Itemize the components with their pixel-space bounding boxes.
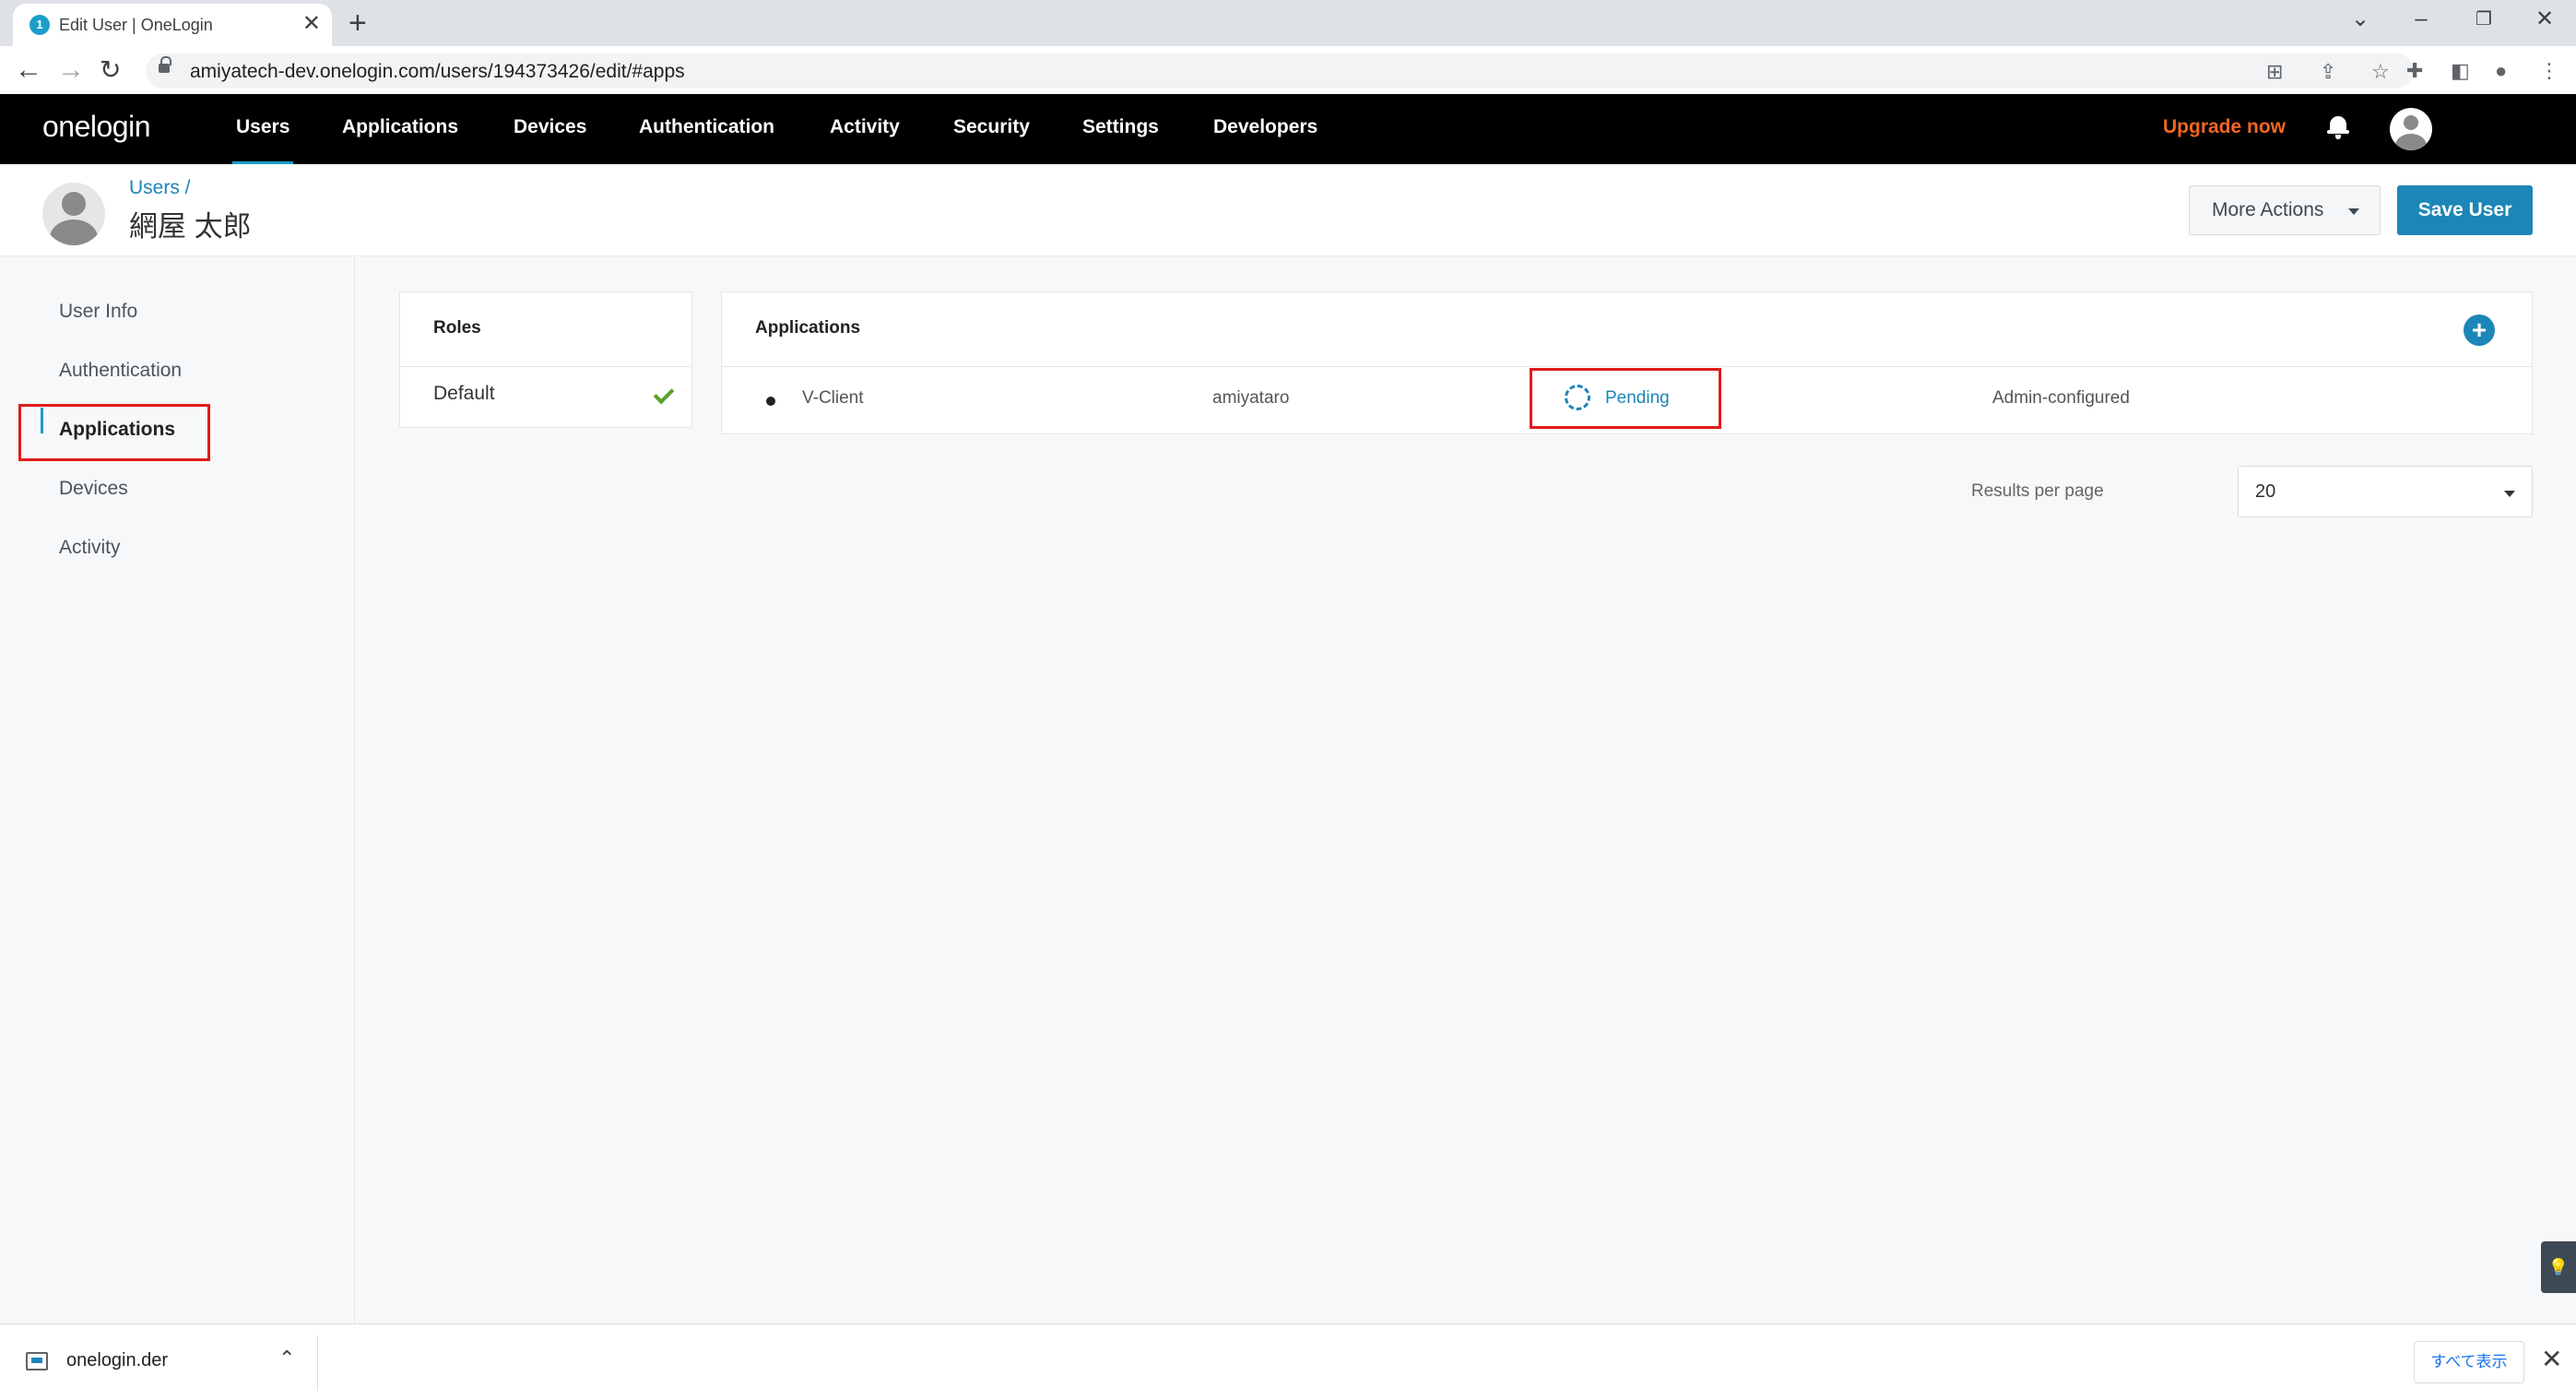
- notification-bell-icon[interactable]: [2327, 114, 2349, 140]
- more-actions-label: More Actions: [2212, 199, 2324, 220]
- address-bar: ← → ↻ amiyatech-dev.onelogin.com/users/1…: [0, 46, 2576, 94]
- url-text[interactable]: amiyatech-dev.onelogin.com/users/1943734…: [190, 61, 685, 83]
- sidebar-item-user-info[interactable]: User Info: [59, 301, 137, 323]
- nav-users[interactable]: Users: [231, 116, 294, 165]
- back-icon[interactable]: ←: [15, 55, 42, 85]
- results-per-page-select[interactable]: 20: [2238, 466, 2533, 517]
- browser-tab[interactable]: 1 Edit User | OneLogin ✕: [13, 4, 332, 46]
- download-file-name[interactable]: onelogin.der: [66, 1350, 168, 1371]
- upgrade-now-link[interactable]: Upgrade now: [2163, 116, 2286, 138]
- nav-security[interactable]: Security: [953, 116, 1030, 138]
- caret-down-icon: [2348, 208, 2359, 215]
- download-bar-close-icon[interactable]: ✕: [2541, 1343, 2562, 1376]
- applications-title: Applications: [755, 318, 861, 338]
- window-close-icon[interactable]: ✕: [2526, 6, 2563, 33]
- browser-tab-bar: 1 Edit User | OneLogin ✕ + ⌄ – ❐ ✕: [0, 0, 2576, 46]
- sidebar-item-devices[interactable]: Devices: [59, 478, 128, 500]
- omnibox[interactable]: amiyatech-dev.onelogin.com/users/1943734…: [146, 53, 2414, 89]
- more-actions-button[interactable]: More Actions: [2189, 185, 2381, 235]
- role-default[interactable]: Default: [433, 383, 495, 405]
- applications-divider: [722, 366, 2532, 367]
- minimize-icon[interactable]: –: [2403, 6, 2440, 33]
- restore-icon[interactable]: ❐: [2465, 6, 2502, 33]
- page-title: 網屋 太郎: [129, 210, 252, 243]
- download-divider: [317, 1335, 318, 1391]
- app-name[interactable]: V-Client: [802, 388, 864, 409]
- account-avatar-icon[interactable]: [2390, 108, 2432, 150]
- roles-divider: [400, 366, 691, 367]
- onelogin-logo[interactable]: onelogin: [42, 110, 151, 144]
- app-type: Admin-configured: [1992, 388, 2130, 408]
- download-bar: onelogin.der ⌃ すべて表示 ✕: [0, 1323, 2576, 1400]
- nav-developers[interactable]: Developers: [1213, 116, 1318, 138]
- reload-icon[interactable]: ↻: [100, 55, 121, 85]
- onelogin-favicon-icon: 1: [30, 15, 50, 35]
- tab-title: Edit User | OneLogin: [59, 16, 213, 34]
- share-icon[interactable]: ⇪: [2320, 60, 2336, 84]
- forward-icon[interactable]: →: [57, 55, 85, 85]
- checkmark-icon: [653, 383, 675, 405]
- app-login: amiyataro: [1212, 388, 1290, 408]
- app-bullet-icon: [766, 397, 775, 406]
- roles-title: Roles: [433, 318, 481, 338]
- show-all-button[interactable]: すべて表示: [2414, 1341, 2524, 1383]
- results-per-page-value: 20: [2255, 481, 2276, 502]
- results-per-page-label: Results per page: [1971, 481, 2104, 501]
- add-application-plus-icon[interactable]: +: [2464, 314, 2495, 346]
- translate-icon[interactable]: ⊞: [2266, 60, 2283, 84]
- breadcrumb-users[interactable]: Users /: [129, 177, 191, 199]
- chevron-up-icon[interactable]: ⌃: [278, 1347, 295, 1370]
- nav-activity[interactable]: Activity: [830, 116, 900, 138]
- bookmark-star-icon[interactable]: ☆: [2371, 60, 2390, 84]
- extensions-icon[interactable]: ✚: [2406, 59, 2423, 83]
- tab-search-icon[interactable]: ⌄: [2342, 6, 2379, 33]
- save-user-button[interactable]: Save User: [2397, 185, 2533, 235]
- user-avatar-icon: [42, 183, 105, 245]
- sidebar-item-authentication[interactable]: Authentication: [59, 360, 182, 382]
- roles-card: Roles Default: [399, 291, 692, 428]
- side-panel-icon[interactable]: ◧: [2451, 59, 2470, 83]
- top-nav: onelogin Users Applications Devices Auth…: [0, 94, 2576, 165]
- highlight-box-applications: [18, 404, 210, 461]
- lightbulb-icon[interactable]: 💡: [2541, 1241, 2576, 1293]
- certificate-file-icon: [26, 1352, 48, 1370]
- nav-devices[interactable]: Devices: [514, 116, 586, 138]
- browser-menu-icon[interactable]: ⋮: [2539, 59, 2559, 83]
- tab-close-icon[interactable]: ✕: [302, 11, 321, 37]
- highlight-box-pending: [1530, 368, 1721, 429]
- sidebar-item-activity[interactable]: Activity: [59, 537, 121, 559]
- new-tab-icon[interactable]: +: [349, 5, 367, 42]
- caret-down-icon: [2504, 491, 2515, 497]
- page-header: Users / 網屋 太郎 More Actions Save User: [0, 164, 2576, 256]
- nav-authentication[interactable]: Authentication: [639, 116, 774, 138]
- nav-settings[interactable]: Settings: [1082, 116, 1159, 138]
- lock-icon: [159, 56, 171, 75]
- nav-applications[interactable]: Applications: [342, 116, 458, 138]
- profile-icon[interactable]: ●: [2495, 59, 2507, 83]
